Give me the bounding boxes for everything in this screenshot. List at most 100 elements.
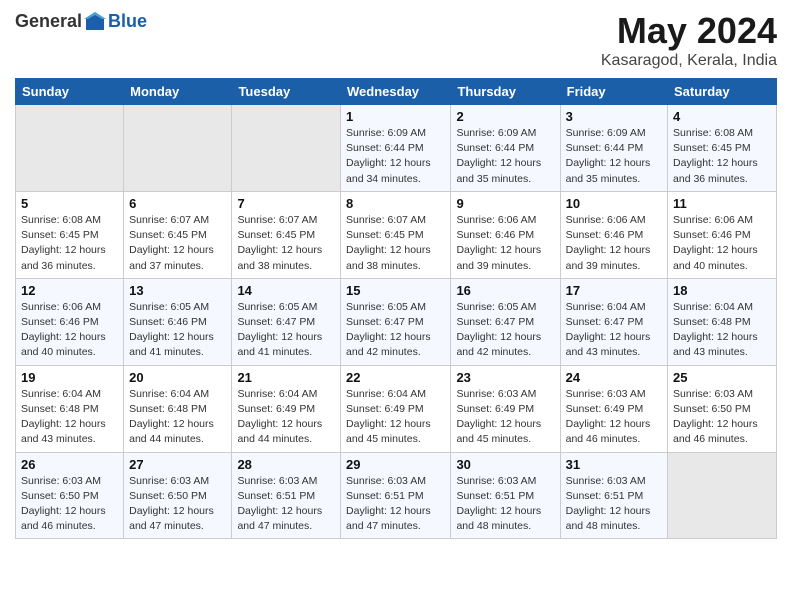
day-info: Sunrise: 6:08 AM Sunset: 6:45 PM Dayligh… — [673, 126, 771, 187]
weekday-header-saturday: Saturday — [668, 79, 777, 105]
calendar-cell: 10 Sunrise: 6:06 AM Sunset: 6:46 PM Dayli… — [560, 191, 667, 278]
day-info: Sunrise: 6:04 AM Sunset: 6:48 PM Dayligh… — [673, 300, 771, 361]
day-info: Sunrise: 6:03 AM Sunset: 6:49 PM Dayligh… — [566, 387, 662, 448]
month-year: May 2024 — [601, 10, 777, 52]
day-number: 8 — [346, 196, 445, 211]
day-info: Sunrise: 6:05 AM Sunset: 6:47 PM Dayligh… — [237, 300, 335, 361]
calendar-cell: 2 Sunrise: 6:09 AM Sunset: 6:44 PM Daylig… — [451, 105, 560, 192]
day-number: 26 — [21, 457, 118, 472]
day-number: 14 — [237, 283, 335, 298]
calendar-cell: 13Sunrise: 6:05 AM Sunset: 6:46 PM Dayli… — [124, 278, 232, 365]
calendar-cell: 3 Sunrise: 6:09 AM Sunset: 6:44 PM Daylig… — [560, 105, 667, 192]
week-row-1: 1 Sunrise: 6:09 AM Sunset: 6:44 PM Daylig… — [16, 105, 777, 192]
day-info: Sunrise: 6:04 AM Sunset: 6:47 PM Dayligh… — [566, 300, 662, 361]
weekday-header-tuesday: Tuesday — [232, 79, 341, 105]
calendar-cell: 9 Sunrise: 6:06 AM Sunset: 6:46 PM Daylig… — [451, 191, 560, 278]
logo-icon — [84, 10, 106, 32]
week-row-3: 12 Sunrise: 6:06 AM Sunset: 6:46 PM Dayli… — [16, 278, 777, 365]
calendar-cell: 15Sunrise: 6:05 AM Sunset: 6:47 PM Dayli… — [341, 278, 451, 365]
calendar-cell — [16, 105, 124, 192]
day-info: Sunrise: 6:07 AM Sunset: 6:45 PM Dayligh… — [346, 213, 445, 274]
day-number: 11 — [673, 196, 771, 211]
calendar-cell: 22 Sunrise: 6:04 AM Sunset: 6:49 PM Dayli… — [341, 365, 451, 452]
page-header: General Blue May 2024 Kasaragod, Kerala,… — [15, 10, 777, 70]
calendar-cell — [668, 452, 777, 539]
week-row-4: 19 Sunrise: 6:04 AM Sunset: 6:48 PM Dayli… — [16, 365, 777, 452]
calendar-cell: 16 Sunrise: 6:05 AM Sunset: 6:47 PM Dayli… — [451, 278, 560, 365]
day-number: 12 — [21, 283, 118, 298]
day-info: Sunrise: 6:08 AM Sunset: 6:45 PM Dayligh… — [21, 213, 118, 274]
day-number: 10 — [566, 196, 662, 211]
weekday-header-monday: Monday — [124, 79, 232, 105]
day-info: Sunrise: 6:05 AM Sunset: 6:47 PM Dayligh… — [456, 300, 554, 361]
day-number: 7 — [237, 196, 335, 211]
calendar-cell: 1Sunrise: 6:09 AM Sunset: 6:44 PM Daylig… — [341, 105, 451, 192]
day-info: Sunrise: 6:04 AM Sunset: 6:49 PM Dayligh… — [346, 387, 445, 448]
calendar-cell: 7 Sunrise: 6:07 AM Sunset: 6:45 PM Daylig… — [232, 191, 341, 278]
day-number: 20 — [129, 370, 226, 385]
day-info: Sunrise: 6:03 AM Sunset: 6:50 PM Dayligh… — [129, 474, 226, 535]
calendar-cell: 30Sunrise: 6:03 AM Sunset: 6:51 PM Dayli… — [451, 452, 560, 539]
location: Kasaragod, Kerala, India — [601, 52, 777, 70]
calendar-cell: 20Sunrise: 6:04 AM Sunset: 6:48 PM Dayli… — [124, 365, 232, 452]
day-number: 31 — [566, 457, 662, 472]
calendar-cell — [124, 105, 232, 192]
calendar-cell: 26Sunrise: 6:03 AM Sunset: 6:50 PM Dayli… — [16, 452, 124, 539]
weekday-header-friday: Friday — [560, 79, 667, 105]
day-number: 2 — [456, 109, 554, 124]
day-info: Sunrise: 6:03 AM Sunset: 6:51 PM Dayligh… — [237, 474, 335, 535]
week-row-5: 26 Sunrise: 6:03 AM Sunset: 6:50 PM Dayli… — [16, 452, 777, 539]
day-number: 4 — [673, 109, 771, 124]
calendar-cell: 12 Sunrise: 6:06 AM Sunset: 6:46 PM Dayli… — [16, 278, 124, 365]
day-number: 3 — [566, 109, 662, 124]
day-number: 25 — [673, 370, 771, 385]
day-info: Sunrise: 6:04 AM Sunset: 6:49 PM Dayligh… — [237, 387, 335, 448]
day-info: Sunrise: 6:07 AM Sunset: 6:45 PM Dayligh… — [237, 213, 335, 274]
day-number: 17 — [566, 283, 662, 298]
logo-blue: Blue — [108, 11, 147, 32]
day-number: 19 — [21, 370, 118, 385]
calendar-cell: 19 Sunrise: 6:04 AM Sunset: 6:48 PM Dayli… — [16, 365, 124, 452]
calendar-cell: 27 Sunrise: 6:03 AM Sunset: 6:50 PM Dayli… — [124, 452, 232, 539]
logo-general: General — [15, 11, 82, 32]
calendar-cell: 28Sunrise: 6:03 AM Sunset: 6:51 PM Dayli… — [232, 452, 341, 539]
day-number: 24 — [566, 370, 662, 385]
day-number: 29 — [346, 457, 445, 472]
week-row-2: 5Sunrise: 6:08 AM Sunset: 6:45 PM Daylig… — [16, 191, 777, 278]
day-info: Sunrise: 6:06 AM Sunset: 6:46 PM Dayligh… — [566, 213, 662, 274]
day-info: Sunrise: 6:03 AM Sunset: 6:50 PM Dayligh… — [673, 387, 771, 448]
day-number: 27 — [129, 457, 226, 472]
weekday-header-row: SundayMondayTuesdayWednesdayThursdayFrid… — [16, 79, 777, 105]
weekday-header-sunday: Sunday — [16, 79, 124, 105]
day-number: 23 — [456, 370, 554, 385]
day-info: Sunrise: 6:03 AM Sunset: 6:51 PM Dayligh… — [346, 474, 445, 535]
day-info: Sunrise: 6:06 AM Sunset: 6:46 PM Dayligh… — [21, 300, 118, 361]
calendar-cell: 11 Sunrise: 6:06 AM Sunset: 6:46 PM Dayli… — [668, 191, 777, 278]
weekday-header-thursday: Thursday — [451, 79, 560, 105]
day-number: 18 — [673, 283, 771, 298]
day-number: 1 — [346, 109, 445, 124]
day-info: Sunrise: 6:03 AM Sunset: 6:51 PM Dayligh… — [566, 474, 662, 535]
weekday-header-wednesday: Wednesday — [341, 79, 451, 105]
calendar-table: SundayMondayTuesdayWednesdayThursdayFrid… — [15, 78, 777, 539]
calendar-cell: 4 Sunrise: 6:08 AM Sunset: 6:45 PM Daylig… — [668, 105, 777, 192]
day-info: Sunrise: 6:05 AM Sunset: 6:46 PM Dayligh… — [129, 300, 226, 361]
calendar-cell: 29 Sunrise: 6:03 AM Sunset: 6:51 PM Dayli… — [341, 452, 451, 539]
calendar-cell: 31 Sunrise: 6:03 AM Sunset: 6:51 PM Dayli… — [560, 452, 667, 539]
day-info: Sunrise: 6:07 AM Sunset: 6:45 PM Dayligh… — [129, 213, 226, 274]
day-info: Sunrise: 6:06 AM Sunset: 6:46 PM Dayligh… — [673, 213, 771, 274]
day-info: Sunrise: 6:04 AM Sunset: 6:48 PM Dayligh… — [21, 387, 118, 448]
day-number: 9 — [456, 196, 554, 211]
day-info: Sunrise: 6:09 AM Sunset: 6:44 PM Dayligh… — [566, 126, 662, 187]
calendar-cell: 24 Sunrise: 6:03 AM Sunset: 6:49 PM Dayli… — [560, 365, 667, 452]
calendar-cell: 23Sunrise: 6:03 AM Sunset: 6:49 PM Dayli… — [451, 365, 560, 452]
calendar-cell — [232, 105, 341, 192]
day-info: Sunrise: 6:09 AM Sunset: 6:44 PM Dayligh… — [456, 126, 554, 187]
calendar-cell: 5Sunrise: 6:08 AM Sunset: 6:45 PM Daylig… — [16, 191, 124, 278]
calendar-cell: 8 Sunrise: 6:07 AM Sunset: 6:45 PM Daylig… — [341, 191, 451, 278]
title-area: May 2024 Kasaragod, Kerala, India — [601, 10, 777, 70]
day-number: 22 — [346, 370, 445, 385]
day-info: Sunrise: 6:06 AM Sunset: 6:46 PM Dayligh… — [456, 213, 554, 274]
day-number: 16 — [456, 283, 554, 298]
calendar-cell: 14 Sunrise: 6:05 AM Sunset: 6:47 PM Dayli… — [232, 278, 341, 365]
